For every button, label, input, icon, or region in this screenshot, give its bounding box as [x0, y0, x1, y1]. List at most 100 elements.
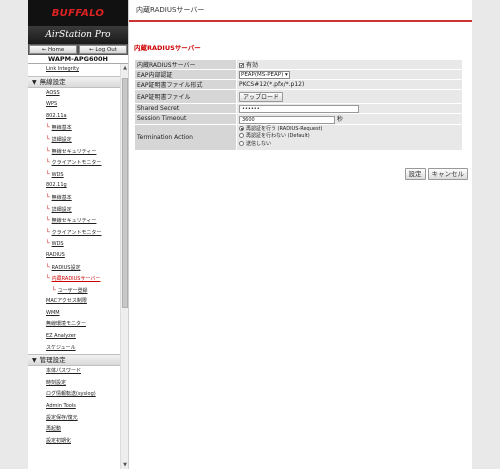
sidebar-item-a-security[interactable]: └ 無線セキュリティー	[28, 146, 120, 158]
sidebar-item-g-wds[interactable]: └ WDS	[28, 238, 120, 250]
arrow-icon: └	[46, 135, 50, 143]
arrow-icon: └	[46, 159, 50, 167]
cert-file-label: EAP証明書ファイル	[134, 89, 237, 104]
logout-button[interactable]: ← Log Out	[79, 45, 127, 54]
sidebar-item-g-security[interactable]: └ 無線セキュリティー	[28, 215, 120, 227]
section-title: 内蔵RADIUSサーバー	[134, 44, 201, 52]
sidebar-item-save-restore[interactable]: 設定保存/復元	[28, 413, 120, 425]
sidebar-item-wps[interactable]: WPS	[28, 99, 120, 111]
sidebar-item-user-mgmt[interactable]: └ ユーザー登録	[28, 285, 120, 297]
arrow-icon: └	[46, 205, 50, 213]
row-shared-secret: Shared Secret ••••••	[134, 103, 463, 114]
label: RADIUS設定	[51, 264, 81, 271]
sidebar-item-reboot[interactable]: 再起動	[28, 424, 120, 436]
termination-action-cell: 再認証を行う (RADIUS-Request) 再認証を行わない (Defaul…	[236, 123, 463, 151]
buffalo-logo: BUFFALO	[28, 0, 128, 26]
sidebar-item-env-monitor[interactable]: 無線環境モニター	[28, 319, 120, 331]
arrow-icon: └	[46, 170, 50, 178]
sidebar-item-802-11a[interactable]: 802.11a	[28, 111, 120, 123]
label: 無線基本	[51, 125, 72, 132]
sidebar-item-schedule[interactable]: スケジュール	[28, 343, 120, 355]
label: 詳細設定	[51, 206, 72, 213]
row-cert-format: EAP証明書ファイル形式 PKCS#12(*.pfx/*.p12)	[134, 79, 463, 90]
sidebar-item-a-wds[interactable]: └ WDS	[28, 169, 120, 181]
cancel-button[interactable]: キャンセル	[427, 168, 468, 180]
section-wireless[interactable]: ▼ 無線設定	[28, 75, 120, 88]
term-option-2-label: 再認証を行わない (Default)	[246, 133, 310, 140]
sidebar-item-aoss[interactable]: AOSS	[28, 88, 120, 100]
home-label: Home	[48, 46, 65, 53]
sidebar-item-g-detail[interactable]: └ 詳細設定	[28, 204, 120, 216]
shared-secret-cell: ••••••	[236, 103, 463, 114]
term-option-1-label: 再認証を行う (RADIUS-Request)	[246, 125, 323, 132]
radius-settings-table: 内蔵RADIUSサーバー ✔ 有効 EAP内部認証 PEAP(MS-PEAP) ▾…	[134, 59, 463, 151]
termination-action-label: Termination Action	[134, 123, 237, 151]
sidebar-item-wmm[interactable]: WMM	[28, 308, 120, 320]
sidebar-item-g-basic[interactable]: └ 無線基本	[28, 192, 120, 204]
label: ユーザー登録	[57, 287, 88, 294]
scroll-down-icon[interactable]: ▼	[121, 461, 128, 469]
arrow-icon: └	[46, 217, 50, 225]
dropdown-arrow-icon: ▾	[285, 71, 288, 78]
row-cert-file: EAP証明書ファイル アップロード	[134, 89, 463, 104]
sidebar-item-time[interactable]: 時刻設定	[28, 378, 120, 390]
row-radius-server: 内蔵RADIUSサーバー ✔ 有効	[134, 59, 463, 70]
upload-button[interactable]: アップロード	[239, 91, 284, 102]
sidebar-scrollbar[interactable]: ▲ ▼	[120, 64, 128, 469]
sidebar-item-g-client-monitor[interactable]: └ クライアントモニター	[28, 227, 120, 239]
eap-auth-selected: PEAP(MS-PEAP)	[241, 71, 284, 78]
sidebar-item-syslog[interactable]: ログ情報転送(syslog)	[28, 389, 120, 401]
eap-auth-label: EAP内部認証	[134, 69, 237, 80]
arrow-icon: └	[52, 286, 56, 294]
session-timeout-unit: 秒	[336, 116, 343, 123]
radius-server-value: ✔ 有効	[236, 59, 463, 70]
sidebar-item-a-client-monitor[interactable]: └ クライアントモニター	[28, 157, 120, 169]
sidebar-item-admin-tools[interactable]: Admin Tools	[28, 401, 120, 413]
shared-secret-label: Shared Secret	[134, 103, 237, 114]
sidebar-item-init[interactable]: 設定初期化	[28, 436, 120, 448]
sidebar-item-link-integrity[interactable]: Link Integrity	[28, 64, 120, 76]
section-admin[interactable]: ▼ 管理設定	[28, 354, 120, 367]
scroll-thumb[interactable]	[122, 78, 128, 308]
label: 無線セキュリティー	[51, 148, 97, 155]
term-option-3-label: 送信しない	[246, 140, 272, 147]
term-option-2[interactable]: 再認証を行わない (Default)	[239, 133, 460, 141]
home-button[interactable]: ← Home	[29, 45, 77, 54]
radio-icon	[239, 125, 244, 131]
triangle-down-icon: ▼	[32, 357, 37, 365]
sidebar-item-mac-access[interactable]: MACアクセス制限	[28, 296, 120, 308]
sidebar-item-a-basic[interactable]: └ 無線基本	[28, 122, 120, 134]
cert-format-label: EAP証明書ファイル形式	[134, 79, 237, 90]
term-option-3[interactable]: 送信しない	[239, 140, 460, 149]
nav-buttons: ← Home ← Log Out	[28, 44, 128, 55]
shared-secret-input[interactable]: ••••••	[239, 104, 359, 113]
sidebar-item-radius-settings[interactable]: └ RADIUS設定	[28, 262, 120, 274]
set-button[interactable]: 設定	[404, 168, 426, 180]
arrow-icon: └	[46, 263, 50, 271]
sidebar-item-password[interactable]: 本体パスワード	[28, 366, 120, 378]
session-timeout-cell: 3600 秒	[236, 113, 463, 125]
radio-icon	[239, 133, 244, 139]
session-timeout-label: Session Timeout	[134, 113, 237, 125]
sidebar-item-a-detail[interactable]: └ 詳細設定	[28, 134, 120, 146]
eap-auth-select[interactable]: PEAP(MS-PEAP) ▾	[239, 70, 290, 79]
arrow-icon: └	[46, 228, 50, 236]
eap-auth-cell: PEAP(MS-PEAP) ▾	[236, 69, 463, 80]
arrow-icon: └	[46, 193, 50, 201]
row-termination-action: Termination Action 再認証を行う (RADIUS-Reques…	[134, 123, 463, 151]
model-name: WAPM-APG600H	[28, 55, 128, 64]
label: 無線セキュリティー	[51, 218, 97, 225]
row-eap-auth: EAP内部認証 PEAP(MS-PEAP) ▾	[134, 69, 463, 80]
sidebar-menu: Link Integrity ▼ 無線設定 AOSS WPS 802.11a └ 無…	[28, 64, 120, 469]
sidebar-item-internal-radius[interactable]: └ 内蔵RADIUSサーバー	[28, 273, 120, 285]
arrow-icon: └	[46, 147, 50, 155]
enable-label: 有効	[246, 62, 259, 69]
main-content: 内蔵RADIUSサーバー 内蔵RADIUSサーバー 内蔵RADIUSサーバー ✔…	[129, 0, 472, 469]
enable-checkbox[interactable]: ✔	[239, 63, 244, 69]
scroll-up-icon[interactable]: ▲	[121, 64, 128, 72]
sidebar-item-802-11g[interactable]: 802.11g	[28, 180, 120, 192]
triangle-down-icon: ▼	[32, 78, 37, 86]
sidebar-item-ez-analyzer[interactable]: EZ Analyzer	[28, 331, 120, 343]
session-timeout-input[interactable]: 3600	[239, 115, 335, 124]
sidebar-item-radius[interactable]: RADIUS	[28, 250, 120, 262]
